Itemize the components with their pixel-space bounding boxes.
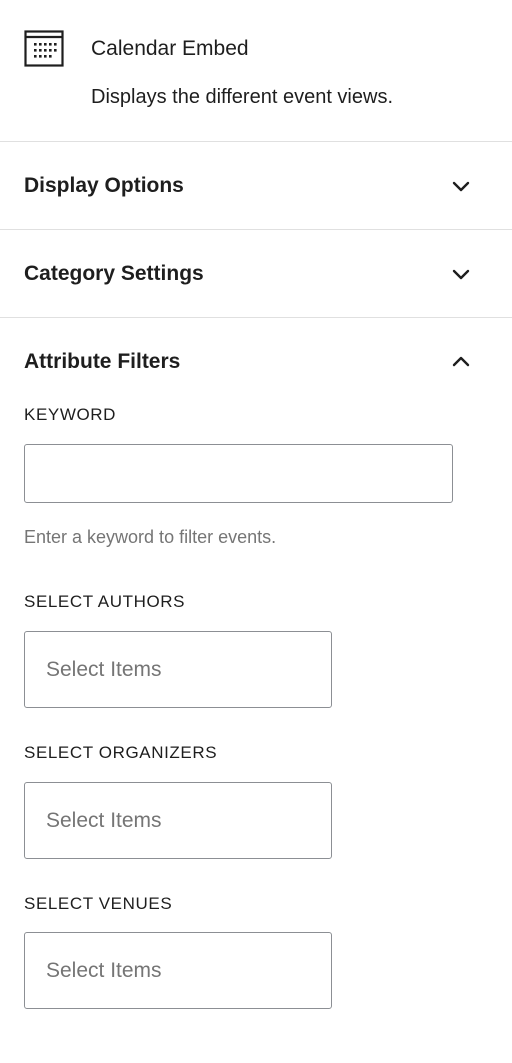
organizers-label: SELECT ORGANIZERS bbox=[24, 743, 218, 762]
venues-select[interactable]: Select Items bbox=[24, 932, 332, 1009]
keyword-label: KEYWORD bbox=[24, 405, 117, 424]
panel-title: Attribute Filters bbox=[24, 350, 181, 373]
panel-toggle-display-options[interactable]: Display Options bbox=[0, 142, 512, 229]
chevron-down-icon bbox=[452, 269, 470, 280]
authors-label: SELECT AUTHORS bbox=[24, 592, 186, 611]
attribute-filters-body: KEYWORD Enter a keyword to filter events… bbox=[0, 405, 512, 1063]
panel-toggle-attribute-filters[interactable]: Attribute Filters bbox=[0, 318, 512, 405]
keyword-input[interactable] bbox=[24, 444, 453, 503]
authors-select[interactable]: Select Items bbox=[24, 631, 332, 708]
block-description: Displays the different event views. bbox=[91, 86, 394, 108]
keyword-help-text: Enter a keyword to filter events. bbox=[24, 527, 277, 547]
organizers-select-placeholder: Select Items bbox=[46, 809, 162, 832]
panel-attribute-filters: Attribute Filters KEYWORD Enter a keywor… bbox=[0, 318, 512, 1063]
panel-title: Category Settings bbox=[24, 262, 204, 285]
panel-category-settings: Category Settings bbox=[0, 230, 512, 318]
venues-label: SELECT VENUES bbox=[24, 894, 173, 913]
venues-select-placeholder: Select Items bbox=[46, 959, 162, 982]
block-title: Calendar Embed bbox=[91, 37, 249, 60]
calendar-icon bbox=[24, 30, 64, 67]
authors-select-placeholder: Select Items bbox=[46, 658, 162, 681]
panel-title: Display Options bbox=[24, 174, 184, 197]
panel-toggle-category-settings[interactable]: Category Settings bbox=[0, 230, 512, 317]
chevron-down-icon bbox=[452, 181, 470, 192]
chevron-up-icon bbox=[452, 356, 470, 367]
block-card: Calendar Embed Displays the different ev… bbox=[0, 0, 512, 142]
organizers-select[interactable]: Select Items bbox=[24, 782, 332, 859]
panel-display-options: Display Options bbox=[0, 142, 512, 230]
